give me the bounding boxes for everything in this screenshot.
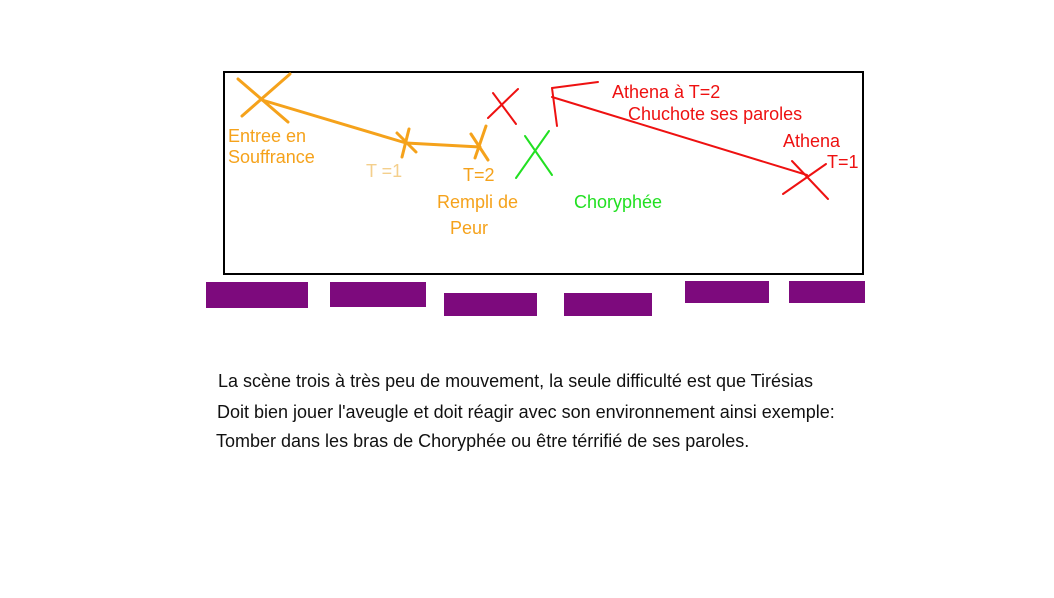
label-entree-line1: Entree en bbox=[228, 126, 307, 146]
purple-block-5 bbox=[685, 281, 769, 303]
label-athena-t2: Athena à T=2 bbox=[612, 82, 721, 102]
stage-diagram: Entree en Souffrance T =1 T=2 Rempli de … bbox=[0, 0, 1054, 598]
athena-arrowhead-top bbox=[551, 81, 599, 89]
label-athena: Athena bbox=[783, 131, 841, 151]
label-rempli-line1: Rempli de bbox=[437, 192, 519, 212]
note-line-2: Doit bien jouer l'aveugle et doit réagir… bbox=[217, 402, 835, 422]
label-entree-line2: Souffrance bbox=[228, 147, 315, 167]
tiresias-path-segment-2 bbox=[404, 141, 482, 149]
purple-block-2 bbox=[330, 282, 426, 307]
athena-t1-marker bbox=[782, 160, 829, 200]
label-t2-orange: T=2 bbox=[463, 165, 495, 185]
athena-arrowhead-stem bbox=[551, 87, 558, 127]
tiresias-start-marker bbox=[236, 72, 292, 124]
purple-block-3 bbox=[444, 293, 537, 316]
purple-block-1 bbox=[206, 282, 308, 308]
purple-block-6 bbox=[789, 281, 865, 303]
choryphee-marker bbox=[515, 130, 553, 179]
athena-t2-marker bbox=[487, 88, 519, 125]
label-rempli-line2: Peur bbox=[450, 218, 489, 238]
tiresias-t2-marker bbox=[469, 124, 490, 162]
purple-block-4 bbox=[564, 293, 652, 316]
label-chuchote: Chuchote ses paroles bbox=[628, 104, 803, 124]
note-line-1: La scène trois à très peu de mouvement, … bbox=[218, 371, 813, 391]
label-choryphee: Choryphée bbox=[574, 192, 663, 212]
label-athena-t1: T=1 bbox=[827, 152, 859, 172]
label-t1-orange: T =1 bbox=[366, 161, 403, 181]
note-line-3: Tomber dans les bras de Choryphée ou êtr… bbox=[216, 431, 750, 451]
